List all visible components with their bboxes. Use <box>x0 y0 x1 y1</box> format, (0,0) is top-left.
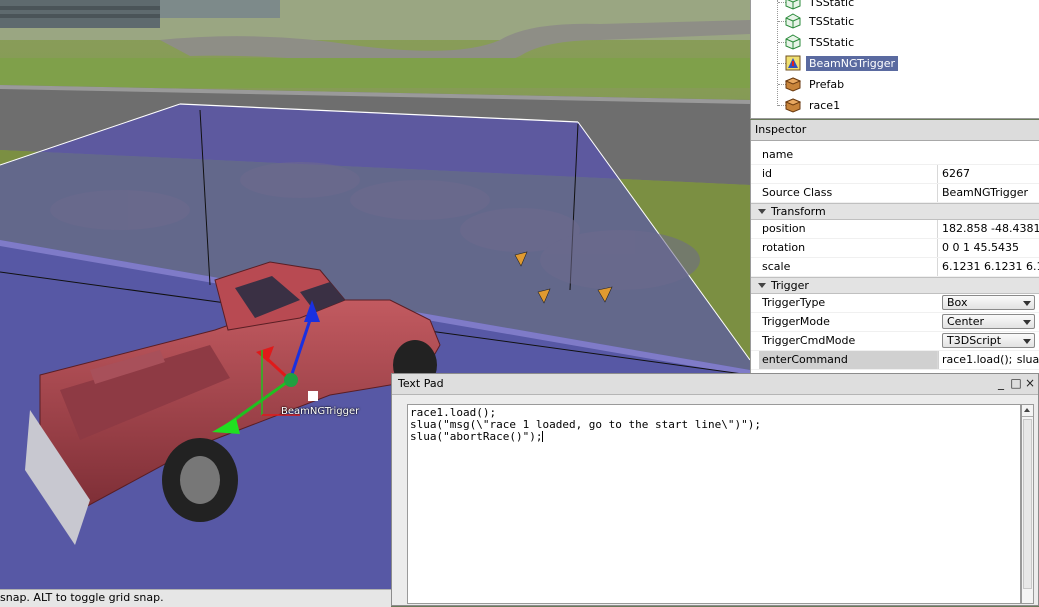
tree-item-beamngtrigger[interactable]: BeamNGTrigger <box>785 54 899 72</box>
field-value: BeamNGTrigger <box>937 184 1039 202</box>
tsstatic-icon <box>785 34 801 50</box>
field-label: rotation <box>762 241 806 254</box>
tree-item-label: TSStatic <box>809 0 855 9</box>
chevron-down-icon <box>1023 301 1031 306</box>
scene-tree-panel[interactable]: TSStatic TSStatic TSStatic BeamNGTrigger… <box>750 0 1039 119</box>
dropdown-value: Center <box>947 315 985 328</box>
tsstatic-icon <box>785 0 801 10</box>
maximize-button[interactable]: □ <box>1009 375 1023 391</box>
trigger-icon <box>785 55 801 71</box>
field-label: position <box>762 222 806 235</box>
prefab-icon <box>785 98 801 113</box>
text-pad-titlebar[interactable]: Text Pad _ □ × <box>392 374 1038 395</box>
tree-guide-line <box>777 0 779 106</box>
scroll-track[interactable] <box>1023 419 1032 589</box>
tree-item-tsstatic-2[interactable]: TSStatic <box>785 12 857 30</box>
chevron-down-icon <box>1023 320 1031 325</box>
tree-item-label: TSStatic <box>809 35 855 49</box>
dropdown-value: Box <box>947 296 968 309</box>
field-label: Source Class <box>762 186 833 199</box>
status-bar: snap. ALT to toggle grid snap. <box>0 589 391 607</box>
dropdown-value: T3DScript <box>947 334 1002 347</box>
field-trigger-type[interactable]: TriggerType Box <box>751 294 1039 313</box>
status-text: snap. ALT to toggle grid snap. <box>0 591 164 604</box>
tree-item-tsstatic-3[interactable]: TSStatic <box>785 33 857 51</box>
collapse-triangle-icon[interactable] <box>758 209 766 214</box>
field-id[interactable]: id 6267 <box>751 165 1039 184</box>
trigger-type-dropdown[interactable]: Box <box>942 295 1035 310</box>
prefab-icon <box>785 77 801 92</box>
field-label: enterCommand <box>759 351 939 369</box>
tree-item-label: TSStatic <box>809 14 855 28</box>
trigger-cmd-mode-dropdown[interactable]: T3DScript <box>942 333 1035 348</box>
section-title: Trigger <box>771 279 809 292</box>
text-pad-editor[interactable]: race1.load(); slua("msg(\"race 1 loaded, … <box>407 404 1021 604</box>
tree-item-label: race1 <box>809 98 841 112</box>
scroll-up-arrow-icon[interactable] <box>1022 405 1033 417</box>
field-label: TriggerCmdMode <box>762 334 856 347</box>
code-line-last: slua("abortRace()"); <box>410 430 544 443</box>
tree-item-prefab[interactable]: Prefab <box>785 75 847 93</box>
field-label: name <box>762 148 794 161</box>
field-position[interactable]: position 182.858 -48.4381 4 <box>751 220 1039 239</box>
tree-item-label: BeamNGTrigger <box>806 55 899 71</box>
section-title: Transform <box>771 205 826 218</box>
gizmo-object-label: BeamNGTrigger <box>281 406 360 417</box>
field-value[interactable]: 6267 <box>937 165 1039 183</box>
vertical-scrollbar[interactable] <box>1021 404 1034 604</box>
inspector-panel[interactable]: Inspector name id 6267 Source Class Beam… <box>750 120 1039 376</box>
field-source-class[interactable]: Source Class BeamNGTrigger <box>751 184 1039 203</box>
field-value[interactable]: 182.858 -48.4381 4 <box>937 220 1039 238</box>
section-transform[interactable]: Transform <box>751 203 1039 220</box>
tree-item-tsstatic-1[interactable]: TSStatic <box>785 0 857 11</box>
tsstatic-icon <box>785 13 801 29</box>
collapse-triangle-icon[interactable] <box>758 283 766 288</box>
field-label: scale <box>762 260 791 273</box>
section-trigger[interactable]: Trigger <box>751 277 1039 294</box>
field-trigger-mode[interactable]: TriggerMode Center <box>751 313 1039 332</box>
text-pad-window[interactable]: Text Pad _ □ × race1.load(); slua("msg(\"… <box>391 373 1039 606</box>
tree-item-race1[interactable]: race1 <box>785 96 843 114</box>
field-scale[interactable]: scale 6.1231 6.1231 6.12 <box>751 258 1039 277</box>
field-name[interactable]: name <box>751 146 1039 165</box>
close-button[interactable]: × <box>1023 375 1037 391</box>
inspector-title: Inspector <box>751 120 1039 141</box>
field-value[interactable]: race1.load(); slua(" <box>937 351 1039 369</box>
field-enter-command[interactable]: enterCommand race1.load(); slua(" <box>751 351 1039 370</box>
text-cursor <box>542 431 544 442</box>
field-label: id <box>762 167 773 180</box>
field-rotation[interactable]: rotation 0 0 1 45.5435 <box>751 239 1039 258</box>
field-label: TriggerMode <box>762 315 830 328</box>
minimize-button[interactable]: _ <box>994 375 1008 391</box>
tree-item-label: Prefab <box>809 77 845 91</box>
field-value[interactable]: 0 0 1 45.5435 <box>937 239 1039 257</box>
field-label: TriggerType <box>762 296 826 309</box>
chevron-down-icon <box>1023 339 1031 344</box>
field-value[interactable]: 6.1231 6.1231 6.12 <box>937 258 1039 276</box>
trigger-mode-dropdown[interactable]: Center <box>942 314 1035 329</box>
window-title: Text Pad <box>398 377 444 390</box>
field-trigger-cmd-mode[interactable]: TriggerCmdMode T3DScript <box>751 332 1039 351</box>
